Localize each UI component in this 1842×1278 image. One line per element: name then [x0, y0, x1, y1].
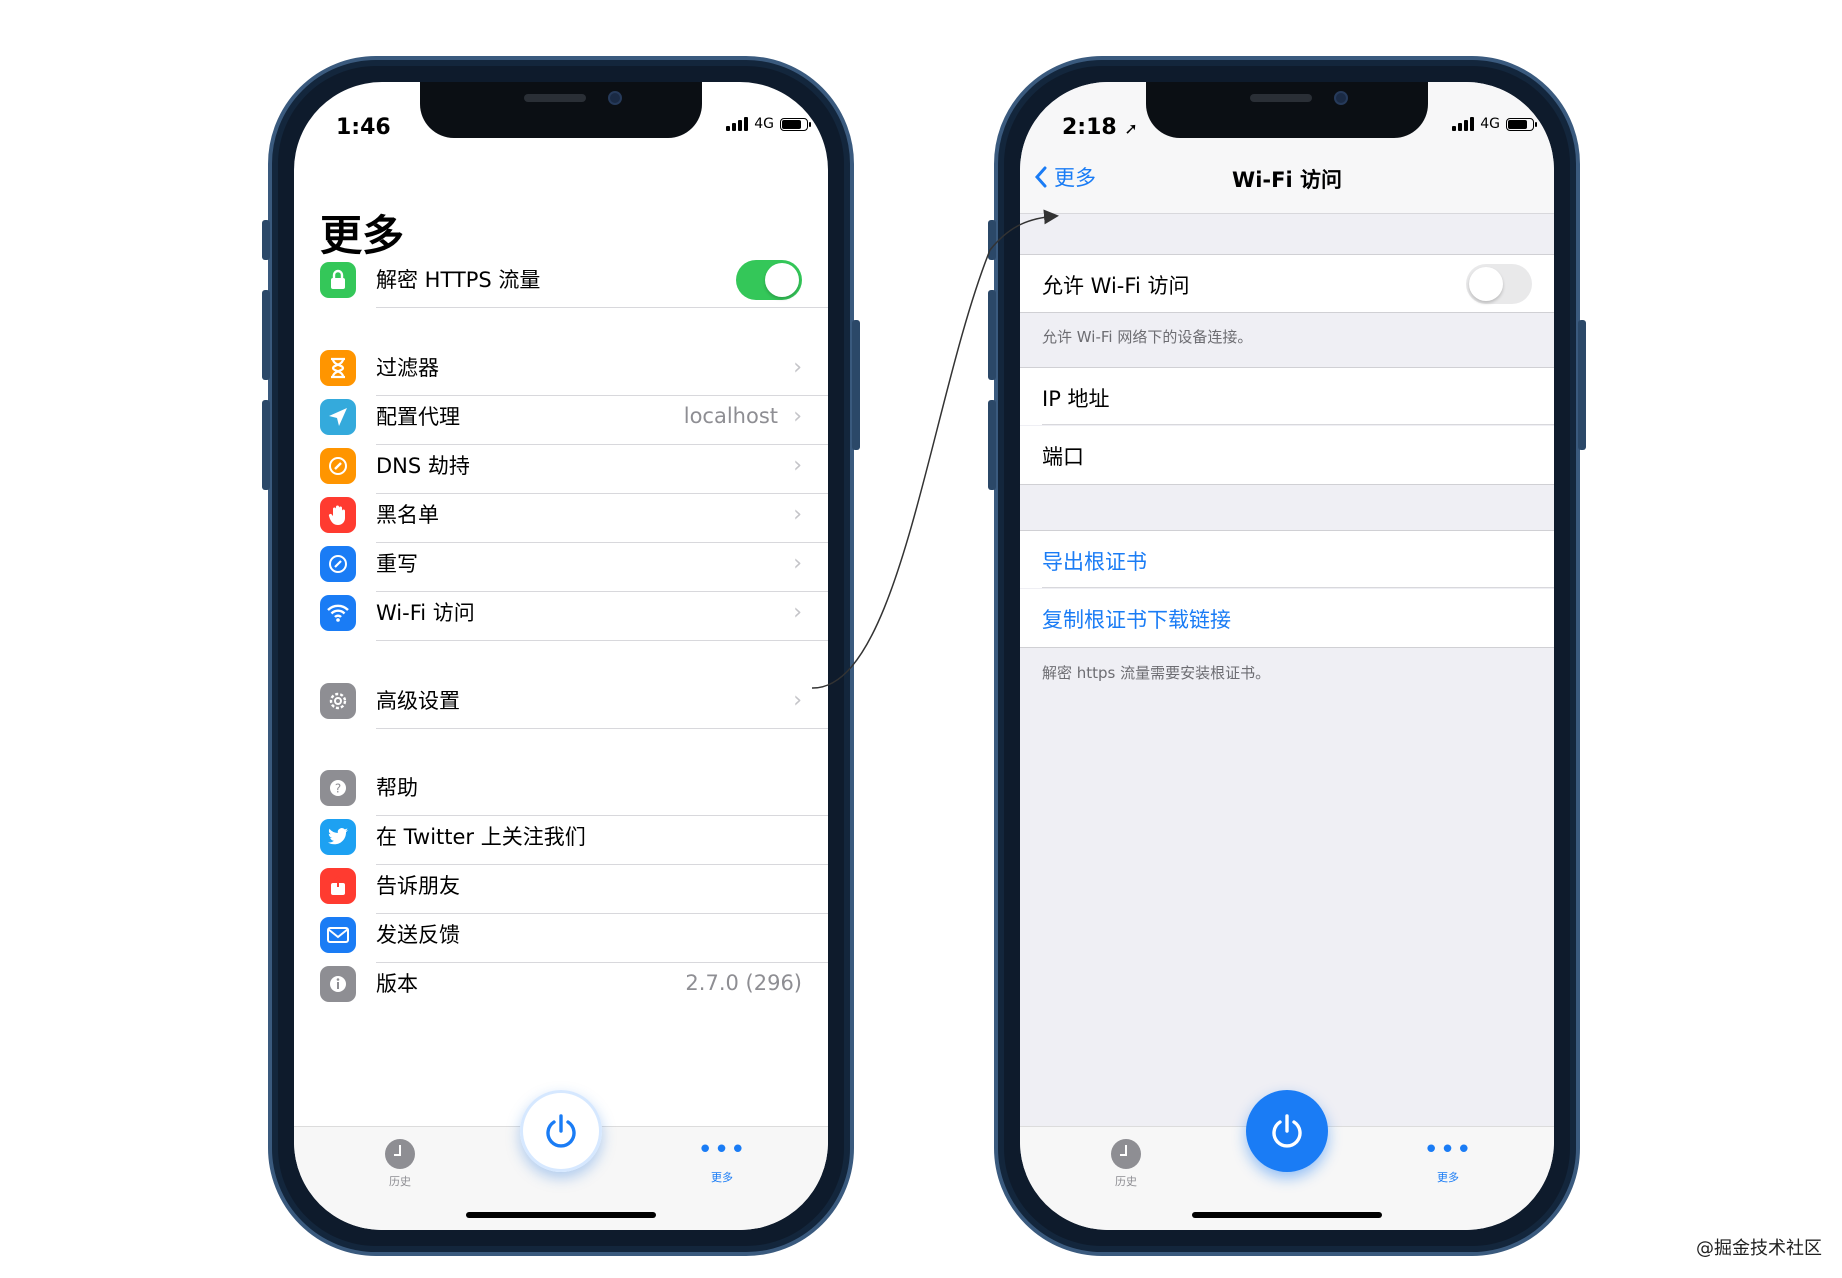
row-ip-address[interactable]: IP 地址 [1020, 367, 1554, 425]
chevron-right-icon: › [793, 355, 802, 380]
wifi-icon [320, 595, 356, 631]
question-icon: ? [320, 770, 356, 806]
screen-more: 1:46 4G 更多 解密 HTTPS 流量 过滤器 › 配置代理 localh… [294, 82, 828, 1230]
twitter-icon [320, 819, 356, 855]
row-label: DNS 劫持 [376, 454, 470, 478]
side-button [852, 320, 860, 450]
phone-right: 2:18 ➚ 4G 更多 Wi-Fi 访问 允许 Wi-Fi 访问 允许 Wi-… [988, 56, 1586, 1256]
status-indicators: 4G [726, 116, 811, 132]
https-toggle[interactable] [736, 260, 802, 300]
envelope-icon [320, 917, 356, 953]
status-indicators: 4G [1452, 116, 1537, 132]
watermark: @掘金技术社区 [1696, 1238, 1822, 1259]
share-icon [320, 868, 356, 904]
chevron-right-icon: › [793, 404, 802, 429]
tab-history[interactable]: 历史 [1086, 1139, 1166, 1189]
svg-text:?: ? [335, 782, 341, 796]
hourglass-icon [320, 350, 356, 386]
row-allow-wifi[interactable]: 允许 Wi-Fi 访问 [1020, 254, 1554, 312]
notch [420, 82, 702, 138]
row-label: 高级设置 [376, 689, 460, 713]
compass-icon [320, 546, 356, 582]
chevron-right-icon: › [793, 551, 802, 576]
tab-history[interactable]: 历史 [360, 1139, 440, 1189]
export-root-cert-link[interactable]: 导出根证书 [1020, 530, 1554, 588]
navigation-bar: 更多 Wi-Fi 访问 [1020, 144, 1554, 214]
nav-title: Wi-Fi 访问 [1232, 168, 1342, 192]
row-label: 端口 [1042, 445, 1084, 469]
status-time: 2:18 ➚ [1062, 115, 1138, 140]
row-port[interactable]: 端口 [1020, 426, 1554, 484]
screen-wifi-access: 2:18 ➚ 4G 更多 Wi-Fi 访问 允许 Wi-Fi 访问 允许 Wi-… [1020, 82, 1554, 1230]
volume-down-button [262, 400, 270, 490]
side-button [1578, 320, 1586, 450]
row-label: 帮助 [376, 776, 418, 800]
power-button[interactable] [1246, 1090, 1328, 1172]
row-decrypt-https[interactable]: 解密 HTTPS 流量 [294, 250, 828, 308]
paper-plane-icon [320, 399, 356, 435]
signal-icon [1452, 117, 1475, 131]
clock-icon [385, 1139, 415, 1169]
signal-icon [726, 117, 749, 131]
row-label: 配置代理 [376, 405, 460, 429]
chevron-right-icon: › [793, 688, 802, 713]
chevron-right-icon: › [793, 502, 802, 527]
more-dots-icon: ••• [1423, 1135, 1473, 1165]
version-value: 2.7.0 (296) [685, 971, 802, 995]
row-label: IP 地址 [1042, 387, 1110, 411]
tab-more[interactable]: ••• 更多 [682, 1135, 762, 1185]
home-indicator [466, 1212, 656, 1218]
more-dots-icon: ••• [697, 1135, 747, 1165]
lock-icon [320, 262, 356, 298]
allow-wifi-toggle[interactable] [1466, 264, 1532, 304]
volume-down-button [988, 400, 996, 490]
link-icon [320, 448, 356, 484]
power-button[interactable] [520, 1090, 602, 1172]
allow-wifi-footnote: 允许 Wi-Fi 网络下的设备连接。 [1042, 328, 1253, 346]
row-label: 过滤器 [376, 356, 439, 380]
row-label: 告诉朋友 [376, 874, 460, 898]
home-indicator [1192, 1212, 1382, 1218]
tab-more[interactable]: ••• 更多 [1408, 1135, 1488, 1185]
row-label: 版本 [376, 972, 418, 996]
row-wifi-access[interactable]: Wi-Fi 访问 › [294, 583, 828, 641]
gear-icon [320, 683, 356, 719]
row-label: 黑名单 [376, 503, 439, 527]
mute-switch [988, 220, 996, 260]
clock-icon [1111, 1139, 1141, 1169]
row-label: Wi-Fi 访问 [376, 601, 475, 625]
row-label: 在 Twitter 上关注我们 [376, 825, 586, 849]
chevron-right-icon: › [793, 453, 802, 478]
row-label: 重写 [376, 552, 418, 576]
notch [1146, 82, 1428, 138]
cert-footnote: 解密 https 流量需要安装根证书。 [1042, 664, 1271, 682]
volume-up-button [262, 290, 270, 380]
row-label: 解密 HTTPS 流量 [376, 268, 541, 292]
mute-switch [262, 220, 270, 260]
row-label: 允许 Wi-Fi 访问 [1042, 274, 1190, 298]
row-label: 发送反馈 [376, 923, 460, 947]
row-version: 版本 2.7.0 (296) [294, 954, 828, 1012]
status-time: 1:46 [336, 115, 391, 140]
battery-icon [1506, 117, 1537, 131]
info-icon [320, 966, 356, 1002]
network-type: 4G [1480, 116, 1500, 132]
location-arrow-icon: ➚ [1124, 119, 1138, 138]
proxy-value: localhost [683, 404, 778, 428]
phone-left: 1:46 4G 更多 解密 HTTPS 流量 过滤器 › 配置代理 localh… [262, 56, 860, 1256]
network-type: 4G [754, 116, 774, 132]
battery-icon [780, 117, 811, 131]
volume-up-button [988, 290, 996, 380]
copy-cert-download-link[interactable]: 复制根证书下载链接 [1020, 589, 1554, 647]
chevron-right-icon: › [793, 600, 802, 625]
row-advanced-settings[interactable]: 高级设置 › [294, 671, 828, 729]
hand-icon [320, 497, 356, 533]
